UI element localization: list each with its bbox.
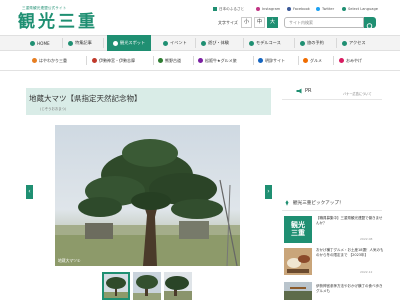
photo-thumb-1[interactable] bbox=[102, 272, 130, 300]
toplink-language[interactable]: Select Language bbox=[342, 5, 378, 13]
nav2-meiji[interactable]: 明辞サイト bbox=[258, 56, 285, 65]
nav-divider bbox=[298, 56, 299, 65]
access-icon bbox=[342, 40, 347, 46]
photo-thumb-2[interactable] bbox=[133, 272, 161, 300]
nav-divider bbox=[243, 38, 244, 48]
nav-divider bbox=[195, 38, 196, 48]
pin-icon bbox=[285, 200, 289, 206]
map-icon bbox=[32, 58, 37, 63]
gift-icon bbox=[339, 58, 344, 63]
font-size-small-button[interactable]: 小 bbox=[241, 17, 252, 28]
nav-spots[interactable]: 観光スポット bbox=[107, 35, 152, 51]
font-size-large-button[interactable]: 大 bbox=[267, 17, 278, 28]
primary-nav bbox=[0, 35, 400, 51]
food-icon bbox=[303, 58, 308, 63]
course-icon bbox=[249, 40, 254, 46]
info-icon bbox=[258, 58, 263, 63]
flag-icon bbox=[213, 7, 217, 11]
pickup-date-2: 2022.12 bbox=[360, 270, 373, 274]
prev-photo-button[interactable]: ‹ bbox=[26, 185, 33, 199]
chevron-right-icon: › bbox=[267, 188, 270, 195]
pickup-item-3[interactable]: 伊勢神宮参拝方法やおかげ横丁の食べ歩きグルメも bbox=[316, 284, 384, 294]
nav-divider bbox=[62, 38, 63, 48]
nav2-souvenir[interactable]: おみやげ bbox=[339, 56, 362, 65]
toplink-furusato[interactable]: 日本のふるさと bbox=[213, 5, 244, 13]
search-button[interactable] bbox=[364, 17, 376, 30]
site-logo[interactable]: 観光三重 bbox=[18, 12, 98, 32]
pickup-thumb-2[interactable] bbox=[284, 248, 312, 275]
nav-divider bbox=[336, 38, 337, 48]
page-title: 地蔵大マツ【県指定天然記念物】 bbox=[29, 94, 142, 103]
nav-divider bbox=[153, 56, 154, 65]
toplink-twitter[interactable]: Twitter bbox=[316, 5, 334, 13]
event-icon bbox=[163, 40, 168, 46]
beef-icon bbox=[198, 58, 203, 63]
pr-heading: PR bbox=[296, 88, 312, 94]
pickup-divider bbox=[282, 210, 382, 211]
path-icon bbox=[158, 58, 163, 63]
pine-thumb bbox=[133, 272, 161, 300]
globe-icon bbox=[342, 7, 346, 11]
photo-thumb-3[interactable] bbox=[164, 272, 192, 300]
font-size-medium-button[interactable]: 中 bbox=[254, 17, 265, 28]
photo-caption: 地蔵大マツ① bbox=[58, 258, 81, 263]
spot-icon bbox=[113, 40, 118, 46]
nav-divider bbox=[253, 56, 254, 65]
megaphone-icon bbox=[296, 88, 302, 94]
pickup-item-1[interactable]: 【職員募集中】三重県観光連盟で働きませんか？ bbox=[316, 216, 384, 226]
pickup-thumb-3[interactable] bbox=[284, 282, 312, 300]
next-photo-button[interactable]: › bbox=[265, 185, 272, 199]
shrine-icon bbox=[92, 58, 97, 63]
nav-divider bbox=[333, 56, 334, 65]
star-icon bbox=[68, 40, 73, 46]
logo-thumb-icon: 観光三重 bbox=[291, 220, 305, 237]
pine-thumb bbox=[164, 272, 192, 300]
search-icon bbox=[366, 23, 374, 30]
pine-thumb bbox=[102, 272, 130, 300]
instagram-icon bbox=[256, 7, 260, 11]
pine-tree-photo bbox=[55, 139, 240, 266]
shrine-thumb-icon bbox=[284, 282, 312, 300]
nav2-gourmet[interactable]: グルメ bbox=[303, 56, 322, 65]
food-thumb-icon bbox=[284, 248, 312, 275]
nav-events[interactable]: イベント bbox=[163, 35, 187, 51]
nav-bottom-border bbox=[0, 70, 400, 71]
nav-reservation[interactable]: 旅の予約 bbox=[300, 35, 324, 51]
nav-home[interactable]: HOME bbox=[30, 35, 50, 51]
nav2-ise[interactable]: 伊勢神宮・伊勢志摩 bbox=[92, 56, 135, 65]
play-icon bbox=[201, 40, 206, 46]
nav-features[interactable]: 特集記事 bbox=[68, 35, 92, 51]
nav-divider bbox=[86, 56, 87, 65]
pickup-thumb-1[interactable]: 観光三重 bbox=[284, 216, 312, 243]
twitter-icon bbox=[316, 7, 320, 11]
nav-model-course[interactable]: モデルコース bbox=[249, 35, 281, 51]
toplink-facebook[interactable]: Facebook bbox=[287, 5, 310, 13]
nav-experiences[interactable]: 遊び・体験 bbox=[201, 35, 229, 51]
nav2-hayawakari[interactable]: はやわかり三重 bbox=[32, 56, 67, 65]
pickup-heading: 観光三重ピックアップ！ bbox=[284, 200, 344, 206]
nav2-kumano[interactable]: 熊野古道 bbox=[158, 56, 181, 65]
main-photo[interactable] bbox=[55, 125, 240, 266]
pr-divider bbox=[282, 99, 382, 100]
nav-divider bbox=[294, 38, 295, 48]
search-input[interactable]: サイト内検索 bbox=[284, 17, 364, 28]
nav-divider bbox=[103, 38, 104, 48]
toplink-instagram[interactable]: Instagram bbox=[256, 5, 280, 13]
pr-banner-link[interactable]: バナー広告について bbox=[343, 91, 372, 96]
home-icon bbox=[30, 40, 35, 46]
font-size-label: 文字サイズ bbox=[218, 20, 238, 25]
pickup-date-1: 2022.08 bbox=[360, 237, 373, 241]
site-tagline: 三重県観光連盟公式サイト bbox=[22, 6, 67, 10]
pickup-item-2[interactable]: おかげ横丁グルメ・お土産18選！人気のものから冬の限定まで 【2023年】 bbox=[316, 248, 384, 258]
page-title-reading: (じぞうおおまつ) bbox=[40, 107, 67, 111]
nav-divider bbox=[193, 56, 194, 65]
reserve-icon bbox=[300, 40, 305, 46]
facebook-icon bbox=[287, 7, 291, 11]
nav2-matsusaka[interactable]: 松阪牛★グルメ旅 bbox=[198, 56, 237, 65]
chevron-left-icon: ‹ bbox=[28, 188, 31, 195]
nav-access[interactable]: アクセス bbox=[342, 35, 366, 51]
